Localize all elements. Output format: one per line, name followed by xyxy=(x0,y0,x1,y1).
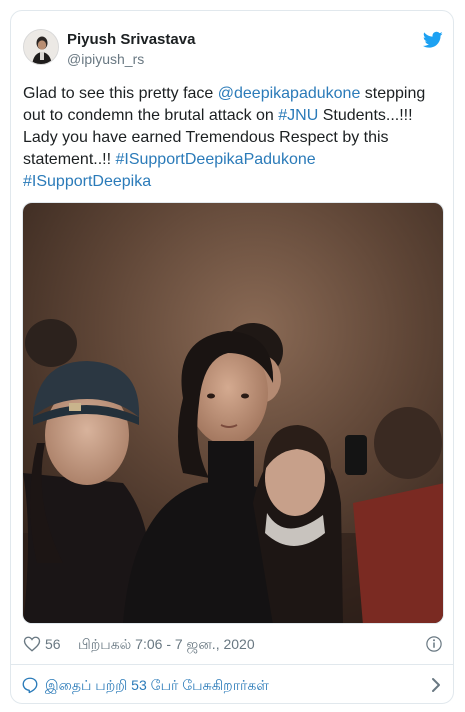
heart-icon[interactable] xyxy=(23,635,41,653)
tweet-card: Piyush Srivastava @ipiyush_rs Glad to se… xyxy=(10,10,454,704)
conversation-label[interactable]: இதைப் பற்றி 53 பேர் பேசுகிறார்கள் xyxy=(45,677,269,696)
hashtag-jnu-link[interactable]: #JNU xyxy=(278,107,318,124)
author-handle[interactable]: @ipiyush_rs xyxy=(67,51,144,67)
hashtag-support-deepika-padukone-link[interactable]: #ISupportDeepikaPadukone xyxy=(115,151,315,168)
speech-bubble-icon xyxy=(22,677,38,694)
tweet-text-part: Glad to see this pretty face xyxy=(23,85,218,102)
tweet-text: Glad to see this pretty face @deepikapad… xyxy=(23,83,443,193)
divider xyxy=(11,664,453,665)
tweet-meta: 56 பிற்பகல் 7:06 - 7 ஜன., 2020 xyxy=(23,633,443,657)
like-count[interactable]: 56 xyxy=(45,636,61,652)
tweet-photo[interactable] xyxy=(22,202,444,624)
tweet-header: Piyush Srivastava @ipiyush_rs xyxy=(23,29,443,71)
tweet-timestamp[interactable]: பிற்பகல் 7:06 - 7 ஜன., 2020 xyxy=(78,636,255,655)
avatar[interactable] xyxy=(23,29,59,65)
chevron-right-icon[interactable] xyxy=(429,676,443,694)
hashtag-support-deepika-link[interactable]: #ISupportDeepika xyxy=(23,173,151,190)
conversation-link[interactable]: இதைப் பற்றி 53 பேர் பேசுகிறார்கள் xyxy=(21,673,445,697)
twitter-bird-icon[interactable] xyxy=(423,31,443,49)
mention-link[interactable]: @deepikapadukone xyxy=(218,85,361,102)
author-name[interactable]: Piyush Srivastava xyxy=(67,31,195,48)
info-icon[interactable] xyxy=(425,635,443,653)
